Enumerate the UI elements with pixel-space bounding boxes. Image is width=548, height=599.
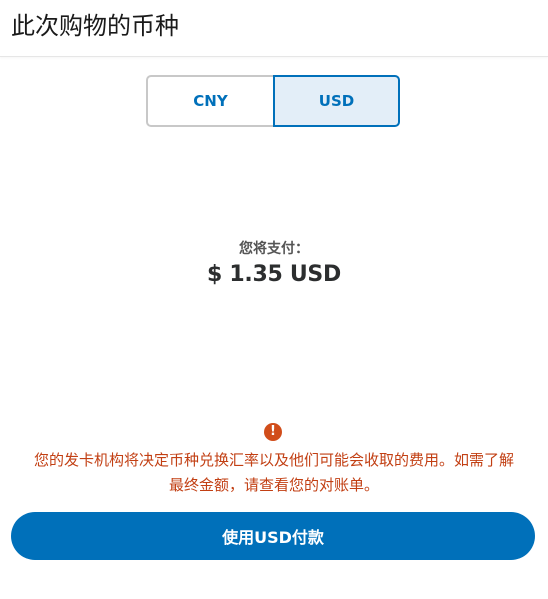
header-bar: 此次购物的币种 — [0, 0, 548, 57]
page-title: 此次购物的币种 — [11, 12, 179, 40]
payment-amount: $ 1.35 USD — [207, 262, 341, 287]
payment-label: 您将支付： — [239, 241, 309, 257]
pay-button[interactable]: 使用USD付款 — [11, 512, 535, 560]
currency-notice-line-2: 最终金额，请查看您的对账单。 — [168, 476, 379, 494]
exclamation-icon: ! — [264, 423, 282, 441]
currency-option-cny[interactable]: CNY — [146, 75, 273, 127]
currency-notice-line-1: 您的发卡机构将决定币种兑换汇率以及他们可能会收取的费用。如需了解 — [33, 451, 514, 469]
currency-toggle: CNY USD — [146, 75, 400, 127]
currency-notice: 您的发卡机构将决定币种兑换汇率以及他们可能会收取的费用。如需了解 最终金额，请查… — [10, 448, 538, 498]
currency-option-usd[interactable]: USD — [273, 75, 400, 127]
